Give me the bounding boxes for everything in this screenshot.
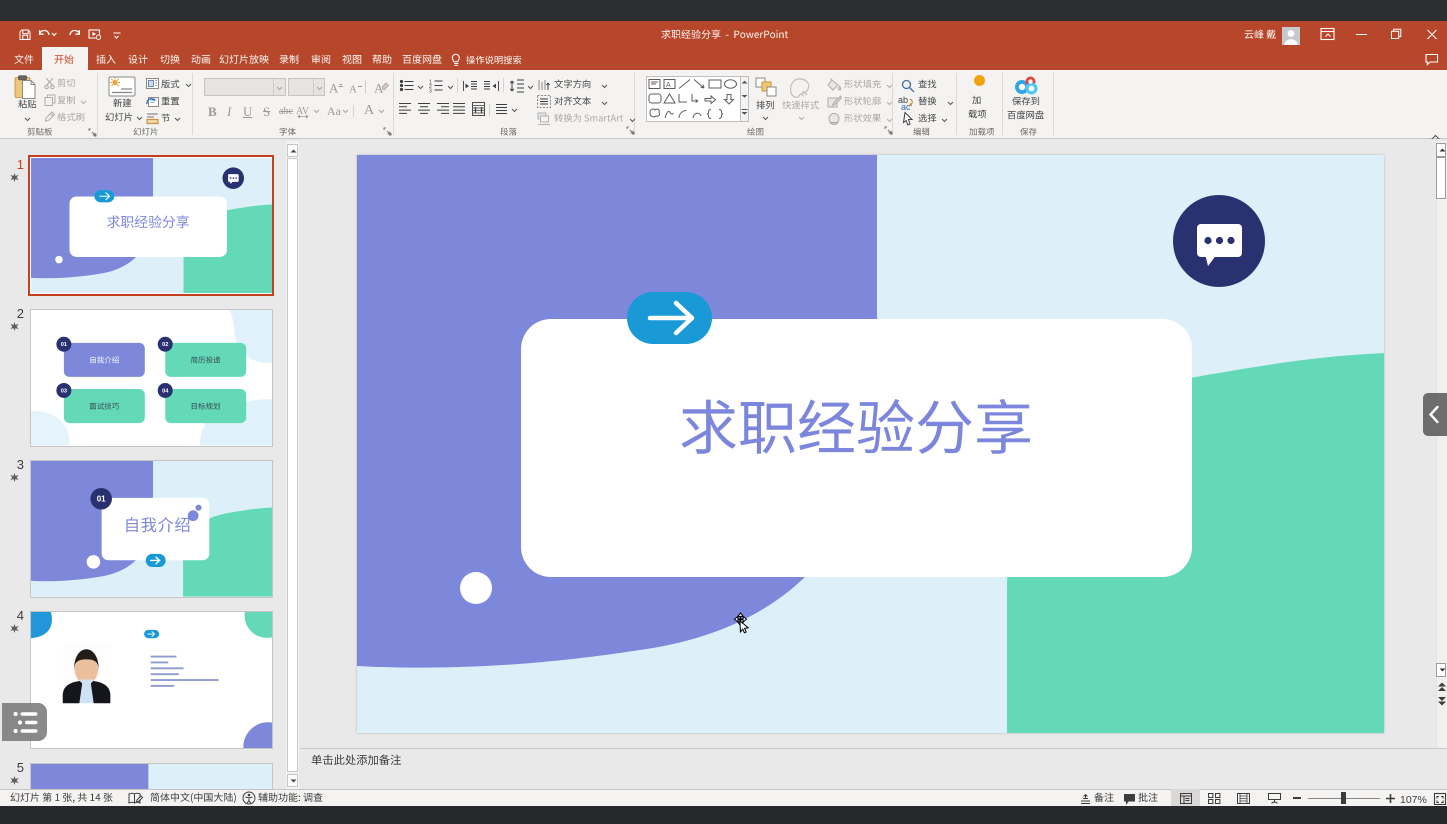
svg-text:01: 01	[61, 342, 67, 348]
svg-text:04: 04	[162, 388, 169, 394]
svg-text:A: A	[666, 82, 671, 89]
svg-text:03: 03	[61, 388, 67, 394]
svg-text:A: A	[329, 81, 339, 96]
svg-text:01: 01	[97, 495, 106, 504]
svg-text:02: 02	[162, 342, 168, 348]
svg-text:AV: AV	[296, 106, 310, 117]
svg-text:A: A	[349, 84, 357, 96]
svg-text:3: 3	[429, 89, 432, 95]
svg-text:ac: ac	[901, 102, 911, 112]
